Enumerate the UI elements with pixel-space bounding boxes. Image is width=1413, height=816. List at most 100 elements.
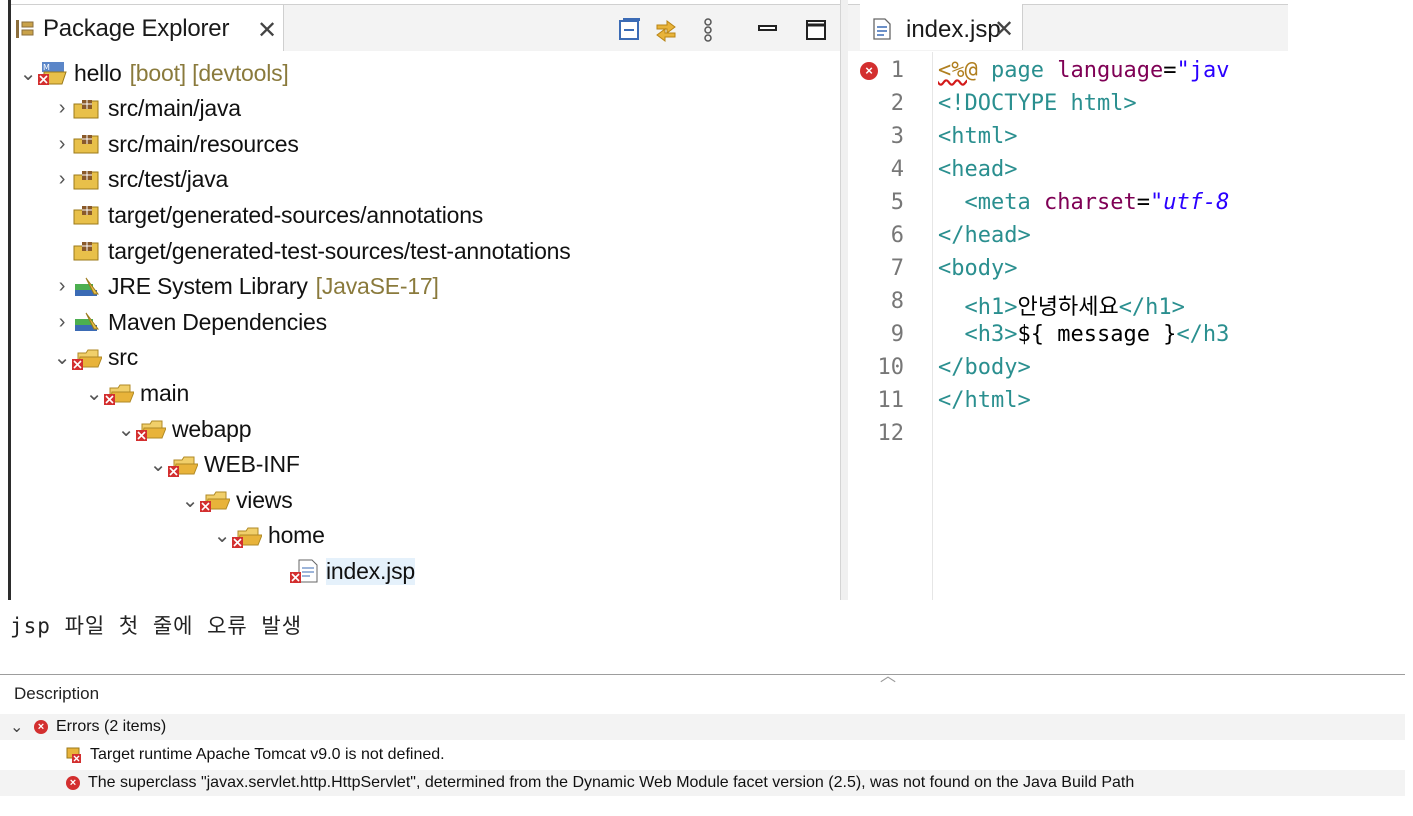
- chevron-down-icon[interactable]: ⌄: [18, 61, 38, 86]
- tree-item-label: src: [108, 344, 139, 371]
- code-token: <body>: [938, 256, 1018, 281]
- problem-row[interactable]: × The superclass "javax.servlet.http.Http…: [0, 770, 1405, 796]
- chevron-right-icon[interactable]: ›: [52, 311, 72, 334]
- code-line: <h1>안녕하세요</h1>: [938, 289, 1185, 321]
- group-label: Errors (2 items): [56, 718, 167, 735]
- package-explorer-icon: [16, 20, 34, 38]
- library-icon: [72, 309, 102, 335]
- chevron-right-icon[interactable]: ›: [52, 97, 72, 120]
- column-header-description[interactable]: Description: [14, 684, 99, 704]
- code-token: "utf-8: [1149, 190, 1230, 215]
- chevron-down-icon[interactable]: ⌄: [212, 523, 232, 548]
- code-line: <meta charset="utf-8: [938, 190, 1230, 215]
- tree-item-webapp[interactable]: ⌄ webapp: [116, 412, 252, 446]
- tree-item-src-main-java[interactable]: › src/main/java: [52, 92, 241, 126]
- code-token: =: [1163, 58, 1177, 83]
- code-token: <head>: [938, 157, 1018, 182]
- chevron-right-icon[interactable]: ›: [52, 133, 72, 156]
- folder-error-icon: [200, 487, 231, 513]
- tab-title: Package Explorer: [43, 15, 230, 42]
- code-line: <html>: [938, 124, 1017, 149]
- problem-description: Target runtime Apache Tomcat v9.0 is not…: [90, 746, 445, 763]
- problem-row[interactable]: Target runtime Apache Tomcat v9.0 is not…: [0, 742, 1405, 768]
- maximize-icon[interactable]: [803, 17, 829, 43]
- tree-item-index-jsp[interactable]: index.jsp: [270, 554, 415, 588]
- close-icon[interactable]: ✕: [257, 16, 277, 45]
- code-token: language: [1057, 58, 1164, 83]
- chevron-down-icon[interactable]: ⌄: [148, 452, 168, 477]
- collapse-all-icon[interactable]: [617, 17, 643, 43]
- code-line: </html>: [938, 388, 1031, 413]
- tree-item-label: hello: [74, 59, 122, 86]
- code-token: </body>: [938, 355, 1031, 380]
- source-folder-icon: [72, 96, 102, 122]
- tree-item-label: views: [236, 486, 293, 513]
- code-token: "jav: [1176, 58, 1230, 83]
- chevron-down-icon[interactable]: ⌄: [52, 345, 72, 370]
- chevron-right-icon[interactable]: ›: [52, 168, 72, 191]
- code-line: </head>: [938, 223, 1031, 248]
- tree-item-src[interactable]: ⌄ src: [52, 341, 139, 375]
- link-with-editor-icon[interactable]: [653, 17, 679, 43]
- line-number: 2: [890, 91, 904, 116]
- chevron-down-icon[interactable]: ⌄: [10, 717, 24, 737]
- tree-item-decoration: [JavaSE-17]: [315, 273, 439, 300]
- tree-item-target-generated-test-sources-test-annotations[interactable]: target/generated-test-sources/test-annot…: [52, 234, 571, 268]
- chevron-down-icon[interactable]: ⌄: [116, 417, 136, 442]
- tree-item-src-main-resources[interactable]: › src/main/resources: [52, 127, 299, 161]
- minimize-icon[interactable]: [755, 17, 781, 43]
- line-number: 7: [890, 256, 904, 281]
- tree-item-hello[interactable]: ⌄ Mhello [boot] [devtools]: [18, 56, 289, 90]
- line-number: 9: [890, 322, 904, 347]
- line-number: 10: [877, 355, 905, 380]
- folder-error-icon: [72, 345, 103, 371]
- code-token: </h3: [1176, 322, 1230, 347]
- view-menu-icon[interactable]: [695, 17, 721, 43]
- tree-item-src-test-java[interactable]: › src/test/java: [52, 163, 229, 197]
- code-token: page: [991, 58, 1044, 83]
- line-number: 5: [890, 190, 904, 215]
- library-icon: [72, 274, 102, 300]
- runtime-error-icon: [66, 747, 82, 763]
- tree-item-label: target/generated-test-sources/test-annot…: [108, 237, 571, 264]
- tree-item-main[interactable]: ⌄ main: [84, 376, 190, 410]
- error-group-row[interactable]: ⌄ × Errors (2 items): [0, 714, 1405, 740]
- line-number: 6: [890, 223, 904, 248]
- tree-item-target-generated-sources-annotations[interactable]: target/generated-sources/annotations: [52, 198, 483, 232]
- chevron-down-icon[interactable]: ⌄: [84, 381, 104, 406]
- close-icon[interactable]: ✕: [994, 15, 1014, 44]
- code-token: <!DOCTYPE html>: [938, 91, 1137, 116]
- source-folder-icon: [72, 167, 102, 193]
- package-explorer-view: Package Explorer ✕ ⌄ Mhello [boot] [devtoo…: [0, 0, 840, 600]
- code-line: <!DOCTYPE html>: [938, 91, 1137, 116]
- code-token: <html>: [938, 124, 1018, 149]
- window-border: [8, 0, 11, 600]
- chevron-right-icon[interactable]: ›: [52, 275, 72, 298]
- code-line: <head>: [938, 157, 1017, 182]
- code-token: </head>: [938, 223, 1031, 248]
- tab-package-explorer[interactable]: Package Explorer ✕: [11, 4, 284, 51]
- tree-item-label: index.jsp: [326, 557, 415, 585]
- code-token: </html>: [938, 388, 1031, 413]
- code-line: </body>: [938, 355, 1031, 380]
- tree-item-home[interactable]: ⌄ home: [212, 519, 325, 553]
- tree-item-views[interactable]: ⌄ views: [180, 483, 293, 517]
- folder-error-icon: [232, 523, 263, 549]
- code-token: </h1>: [1118, 295, 1185, 320]
- tree-item-jre-system-library[interactable]: › JRE System Library [JavaSE-17]: [52, 270, 439, 304]
- folder-error-icon: [168, 452, 199, 478]
- tab-index-jsp[interactable]: index.jsp ✕: [860, 4, 1023, 50]
- tree-item-web-inf[interactable]: ⌄ WEB-INF: [148, 448, 300, 482]
- code-token: 안녕하세요: [1017, 295, 1119, 320]
- chevron-down-icon[interactable]: ⌄: [180, 488, 200, 513]
- tree-item-label: target/generated-sources/annotations: [108, 201, 484, 228]
- divider: [0, 674, 1405, 675]
- line-number: 8: [890, 289, 904, 314]
- problems-view: ︿ Description ⌄ × Errors (2 items) Targe…: [0, 668, 1413, 816]
- tree-item-maven-dependencies[interactable]: › Maven Dependencies: [52, 305, 327, 339]
- code-line: <%@ page language="jav: [938, 58, 1229, 83]
